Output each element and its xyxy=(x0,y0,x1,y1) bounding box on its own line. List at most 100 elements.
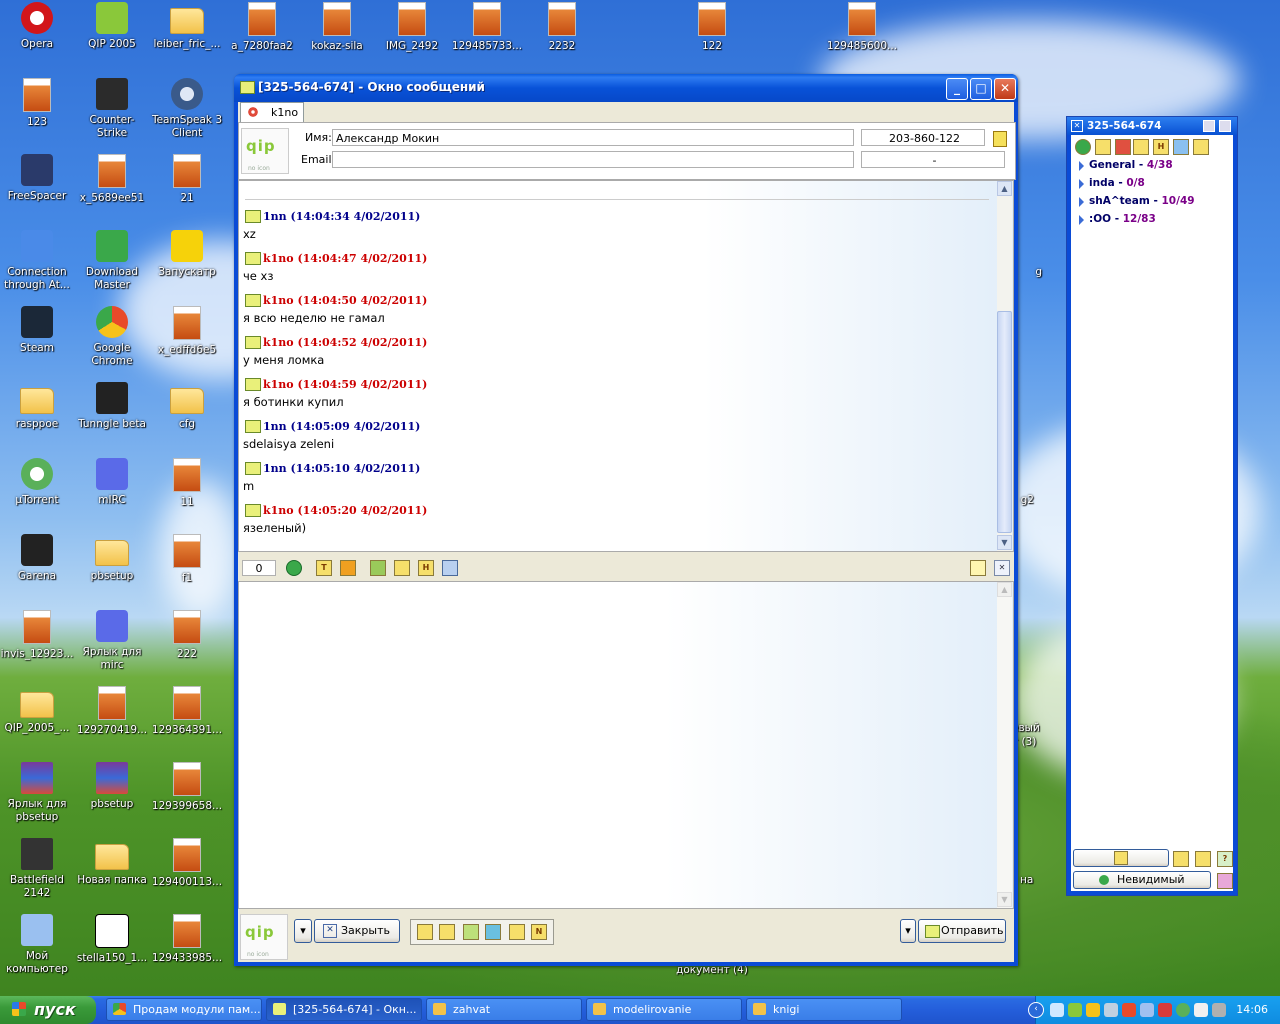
history-scrollbar[interactable]: ▲ ▼ xyxy=(997,181,1012,551)
desktop-icon[interactable]: 11 xyxy=(150,458,224,509)
contact-tool-2-icon[interactable] xyxy=(1195,851,1211,867)
desktop-icon[interactable]: 222 xyxy=(150,610,224,661)
partial-icon-label[interactable]: на xyxy=(1020,874,1050,887)
send-options-dropdown[interactable]: ▾ xyxy=(900,919,916,943)
taskbar-button[interactable]: [325-564-674] - Окн... xyxy=(266,998,422,1021)
close-tab-icon[interactable]: ✕ xyxy=(994,560,1010,576)
tray-antivirus-icon[interactable] xyxy=(1158,1003,1172,1017)
close-window-button[interactable]: ✕ xyxy=(994,78,1016,100)
desktop-icon[interactable]: invis_12923... xyxy=(0,610,74,661)
status-button[interactable]: Невидимый xyxy=(1073,871,1211,889)
privacy-icon[interactable] xyxy=(1217,873,1233,889)
history-icon[interactable]: H xyxy=(418,560,434,576)
new-document-icon[interactable] xyxy=(970,560,986,576)
close-options-dropdown[interactable]: ▾ xyxy=(294,919,312,943)
user-info-icon[interactable] xyxy=(993,131,1007,147)
contact-tool-1-icon[interactable] xyxy=(1173,851,1189,867)
desktop-icon[interactable]: kokaz-sila xyxy=(300,2,374,53)
tray-app-icon[interactable] xyxy=(1122,1003,1136,1017)
input-scrollbar[interactable]: ▲ ▼ xyxy=(997,582,1012,908)
desktop-icon[interactable]: IMG_2492 xyxy=(375,2,449,53)
chat-history[interactable]: 1nn (14:04:34 4/02/2011) xz k1no (14:04:47… xyxy=(238,180,1014,552)
expand-group-icon[interactable] xyxy=(1079,197,1084,207)
add-contact-button[interactable] xyxy=(1073,849,1169,867)
quick-action-4-icon[interactable] xyxy=(485,924,501,940)
desktop-icon[interactable]: 129270419... xyxy=(75,686,149,737)
contact-group[interactable]: shA^team - 10/49 xyxy=(1079,195,1195,207)
desktop-icon[interactable]: f1 xyxy=(150,534,224,585)
desktop-icon[interactable]: Steam xyxy=(0,306,74,355)
desktop-icon[interactable]: a_7280faa2 xyxy=(225,2,299,53)
desktop-icon[interactable]: Tunngle beta xyxy=(75,382,149,431)
save-icon[interactable] xyxy=(370,560,386,576)
input-scroll-down-arrow[interactable]: ▼ xyxy=(997,892,1012,907)
contact-list-close-icon[interactable]: ✕ xyxy=(1071,120,1083,132)
scroll-up-arrow[interactable]: ▲ xyxy=(997,181,1012,196)
smiley-icon[interactable] xyxy=(286,560,302,576)
taskbar-button[interactable]: knigi xyxy=(746,998,902,1021)
tray-settings-icon[interactable] xyxy=(1212,1003,1226,1017)
desktop-icon[interactable]: cfg xyxy=(150,382,224,431)
quote-icon[interactable] xyxy=(442,560,458,576)
help-icon[interactable]: ? xyxy=(1217,851,1233,867)
desktop-icon[interactable]: pbsetup xyxy=(75,534,149,583)
scroll-thumb[interactable] xyxy=(997,311,1012,533)
desktop-icon[interactable]: Garena xyxy=(0,534,74,583)
minimize-button[interactable]: _ xyxy=(946,78,968,100)
desktop-icon[interactable]: rasppoe xyxy=(0,382,74,431)
contact-list-titlebar[interactable]: ✕ 325-564-674 xyxy=(1067,117,1237,135)
desktop-icon[interactable]: Battlefield 2142 xyxy=(0,838,74,900)
clock[interactable]: 14:06 xyxy=(1236,996,1268,1024)
contact-group[interactable]: :OO - 12/83 xyxy=(1079,213,1156,225)
tab-k1no[interactable]: k1no xyxy=(240,102,304,123)
desktop-icon[interactable]: 129364391... xyxy=(150,686,224,737)
desktop-icon[interactable]: x_5689ee51 xyxy=(75,154,149,205)
info-icon[interactable] xyxy=(1193,139,1209,155)
desktop-icon[interactable]: 2232 xyxy=(525,2,599,53)
desktop-icon[interactable]: 129400113... xyxy=(150,838,224,889)
desktop-icon[interactable]: x_edffd6e5 xyxy=(150,306,224,357)
start-button[interactable]: пуск xyxy=(0,996,96,1024)
ignore-list-icon[interactable] xyxy=(1115,139,1131,155)
message-input[interactable]: ▲ ▼ xyxy=(238,581,1014,909)
uin-field[interactable]: 203-860-122 xyxy=(861,129,985,146)
desktop-icon[interactable]: TeamSpeak 3 Client xyxy=(150,78,224,140)
desktop-icon[interactable]: 129485733... xyxy=(450,2,524,53)
desktop-icon[interactable]: mIRC xyxy=(75,458,149,507)
main-menu-icon[interactable] xyxy=(1095,139,1111,155)
desktop-icon[interactable]: QIP_2005_... xyxy=(0,686,74,735)
desktop-icon[interactable]: Opera xyxy=(0,2,74,51)
desktop-icon[interactable]: Connection through At... xyxy=(0,230,74,292)
tray-chat-icon[interactable] xyxy=(1194,1003,1208,1017)
status-online-icon[interactable] xyxy=(1075,139,1091,155)
desktop-icon[interactable]: pbsetup xyxy=(75,762,149,811)
desktop-icon[interactable]: Ярлык для pbsetup xyxy=(0,762,74,824)
partial-icon-label[interactable]: евый xyxy=(1012,722,1052,735)
tray-shield-icon[interactable] xyxy=(1086,1003,1100,1017)
quick-action-n-icon[interactable]: N xyxy=(531,924,547,940)
desktop-icon[interactable]: Download Master xyxy=(75,230,149,292)
partial-icon-label[interactable]: т (3) xyxy=(1012,736,1052,749)
maximize-button[interactable]: □ xyxy=(970,78,992,100)
text-format-icon[interactable]: T xyxy=(316,560,332,576)
desktop-icon[interactable]: 21 xyxy=(150,154,224,205)
expand-group-icon[interactable] xyxy=(1079,215,1084,225)
email-field[interactable] xyxy=(332,151,854,168)
search-contact-icon[interactable] xyxy=(1133,139,1149,155)
desktop-icon[interactable]: Google Chrome xyxy=(75,306,149,368)
tray-expand-icon[interactable]: ‹ xyxy=(1028,1002,1044,1018)
history-list-icon[interactable]: H xyxy=(1153,139,1169,155)
desktop-icon[interactable]: FreeSpacer xyxy=(0,154,74,203)
desktop-icon[interactable]: µTorrent xyxy=(0,458,74,507)
taskbar-button[interactable]: zahvat xyxy=(426,998,582,1021)
desktop-icon[interactable]: Ярлык для mirc xyxy=(75,610,149,672)
taskbar-button[interactable]: modelirovanie xyxy=(586,998,742,1021)
desktop-icon[interactable]: stella150_1... xyxy=(75,914,149,965)
translit-icon[interactable] xyxy=(394,560,410,576)
desktop-icon[interactable]: 123 xyxy=(0,78,74,129)
tray-speaker-icon[interactable] xyxy=(1104,1003,1118,1017)
tray-utorrent-icon[interactable] xyxy=(1176,1003,1190,1017)
name-field[interactable]: Александр Мокин xyxy=(332,129,854,146)
message-window-titlebar[interactable]: [325-564-674] - Окно сообщений _ □ ✕ xyxy=(234,74,1018,102)
send-button[interactable]: Отправить xyxy=(918,919,1006,943)
